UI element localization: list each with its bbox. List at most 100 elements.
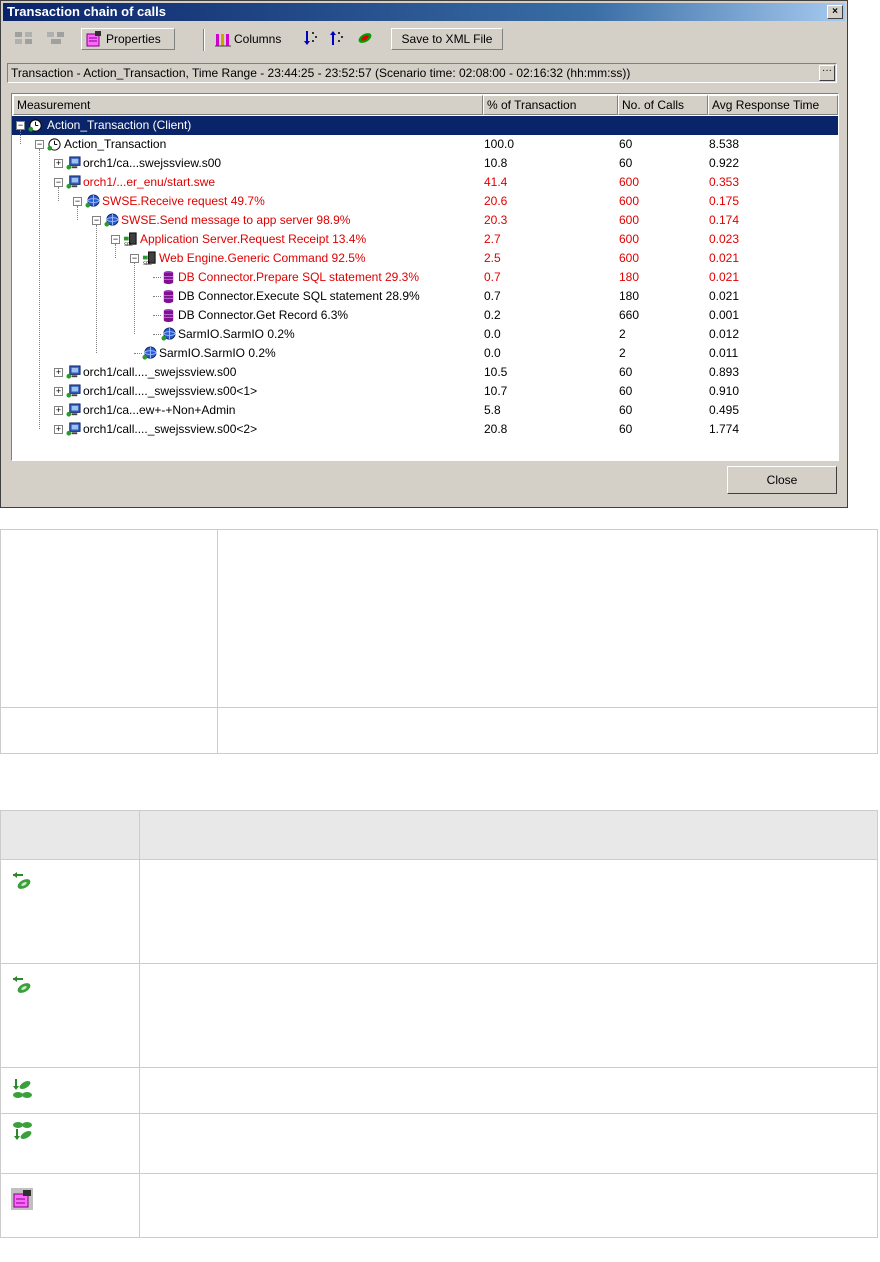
pct-of-transaction-cell: 100.0: [484, 137, 515, 151]
sort-up-button[interactable]: [325, 28, 349, 50]
sort-down-icon: [304, 31, 317, 45]
col-header-calls[interactable]: No. of Calls: [618, 95, 708, 115]
chain-of-calls-window: Transaction chain of calls × Properties: [0, 0, 848, 508]
tree-row[interactable]: + orch1/call...._swejssview.s00<2> 20.8 60 1…: [12, 420, 838, 439]
col-header-measurement[interactable]: Measurement: [13, 95, 483, 115]
table-cell: [139, 1173, 878, 1238]
pct-of-transaction-cell: 41.4: [484, 175, 508, 189]
title-bar[interactable]: Transaction chain of calls ×: [3, 3, 845, 21]
sort-up-icon: [330, 31, 343, 45]
tree-row[interactable]: SarmIO.SarmIO 0.2% 0.0 2 0.012: [12, 325, 838, 344]
expand-toggle-icon[interactable]: +: [54, 159, 63, 168]
tree-row[interactable]: − Action_Transaction (Client): [12, 116, 838, 135]
tree-row[interactable]: − Action_Transaction 100.0 60 8.538: [12, 135, 838, 154]
tree-row[interactable]: + orch1/ca...swejssview.s00 10.8 60 0.922: [12, 154, 838, 173]
pct-of-transaction-cell: 0.0: [484, 327, 501, 341]
collapse-tree-icon: [47, 32, 64, 44]
svg-text:SBL: SBL: [143, 261, 152, 266]
pct-of-transaction-cell: 0.7: [484, 289, 501, 303]
number-of-calls-cell: 600: [619, 194, 640, 208]
web-server-icon: [66, 384, 81, 398]
measurement-label: orch1/call...._swejssview.s00: [83, 365, 237, 379]
collapse-toggle-icon[interactable]: −: [92, 216, 101, 225]
avg-response-time-cell: 0.893: [709, 365, 740, 379]
table-cell: [139, 1067, 878, 1114]
collapse-toggle-icon[interactable]: −: [16, 121, 25, 130]
table-cell: [139, 1113, 878, 1174]
properties-button[interactable]: Properties: [81, 28, 175, 50]
clock-icon: [47, 138, 61, 151]
tree-connector: [153, 277, 161, 278]
avg-response-time-cell: 8.538: [709, 137, 740, 151]
tree-row[interactable]: − SBL Application Server.Request Receipt 1…: [12, 230, 838, 249]
transaction-info-bar: Transaction - Action_Transaction, Time R…: [7, 63, 837, 83]
pct-of-transaction-cell: 20.8: [484, 422, 508, 436]
table-cell: [217, 707, 878, 754]
tree-row[interactable]: − SWSE.Send message to app server 98.9% 20…: [12, 211, 838, 230]
window-close-icon[interactable]: ×: [827, 5, 843, 19]
tree-row[interactable]: + orch1/ca...ew+-+Non+Admin 5.8 60 0.495: [12, 401, 838, 420]
globe-icon: [85, 194, 100, 208]
avg-response-time-cell: 0.353: [709, 175, 740, 189]
number-of-calls-cell: 180: [619, 289, 640, 303]
collapse-toggle-icon[interactable]: −: [130, 254, 139, 263]
tree-connector: [20, 130, 21, 144]
measurement-label: orch1/ca...swejssview.s00: [83, 156, 222, 170]
globe-icon: [161, 327, 176, 341]
expand-toggle-icon[interactable]: +: [54, 387, 63, 396]
pct-of-transaction-cell: 0.0: [484, 346, 501, 360]
collapse-toggle-icon[interactable]: −: [35, 140, 44, 149]
avg-response-time-cell: 0.922: [709, 156, 740, 170]
expand-all-button[interactable]: [9, 28, 37, 50]
table-header-cell: [0, 810, 140, 860]
number-of-calls-cell: 60: [619, 156, 633, 170]
table-cell: [0, 529, 218, 708]
tree-row[interactable]: − SBL Web Engine.Generic Command 92.5% 2.5 6…: [12, 249, 838, 268]
save-to-xml-button[interactable]: Save to XML File: [391, 28, 503, 50]
avg-response-time-cell: 0.174: [709, 213, 740, 227]
clock-icon: [28, 119, 42, 132]
database-icon: [163, 308, 174, 323]
critical-path-icon: [358, 33, 372, 43]
col-header-avg[interactable]: Avg Response Time: [708, 95, 838, 115]
table-cell: [0, 707, 218, 754]
expand-toggle-icon[interactable]: +: [54, 406, 63, 415]
close-button[interactable]: Close: [727, 466, 837, 494]
sort-down-button[interactable]: [299, 28, 323, 50]
tree-row[interactable]: SarmIO.SarmIO 0.2% 0.0 2 0.011: [12, 344, 838, 363]
window-title: Transaction chain of calls: [7, 4, 166, 19]
columns-button[interactable]: Columns: [211, 28, 297, 50]
tree-row[interactable]: − SWSE.Receive request 49.7% 20.6 600 0.175: [12, 192, 838, 211]
collapse-toggle-icon[interactable]: −: [73, 197, 82, 206]
pct-of-transaction-cell: 5.8: [484, 403, 501, 417]
highlight-critical-button[interactable]: [351, 28, 377, 50]
tree-row[interactable]: + orch1/call...._swejssview.s00<1> 10.7 60 0…: [12, 382, 838, 401]
pct-of-transaction-cell: 20.3: [484, 213, 508, 227]
more-options-button[interactable]: ···: [819, 65, 835, 81]
tree-connector: [153, 334, 161, 335]
measurement-label: DB Connector.Prepare SQL statement 29.3%: [178, 270, 420, 284]
tree-row[interactable]: − orch1/...er_enu/start.swe 41.4 600 0.353: [12, 173, 838, 192]
pct-of-transaction-cell: 0.2: [484, 308, 501, 322]
measurement-label: orch1/call...._swejssview.s00<2>: [83, 422, 258, 436]
pct-of-transaction-cell: 10.8: [484, 156, 508, 170]
collapse-toggle-icon[interactable]: −: [111, 235, 120, 244]
web-server-icon: [66, 365, 81, 379]
avg-response-time-cell: 0.021: [709, 270, 740, 284]
avg-response-time-cell: 0.495: [709, 403, 740, 417]
tree-row[interactable]: DB Connector.Get Record 6.3% 0.2 660 0.001: [12, 306, 838, 325]
tree-row[interactable]: DB Connector.Prepare SQL statement 29.3%…: [12, 268, 838, 287]
tree-row[interactable]: + orch1/call...._swejssview.s00 10.5 60 0.89…: [12, 363, 838, 382]
sbl-server-icon: SBL: [142, 251, 156, 266]
tree-connector: [134, 263, 135, 334]
collapse-toggle-icon[interactable]: −: [54, 178, 63, 187]
columns-icon: [215, 34, 231, 47]
tree-row[interactable]: DB Connector.Execute SQL statement 28.9%…: [12, 287, 838, 306]
expand-toggle-icon[interactable]: +: [54, 425, 63, 434]
table-header-cell: [139, 810, 878, 860]
collapse-all-button[interactable]: [41, 28, 69, 50]
col-header-pct[interactable]: % of Transaction: [483, 95, 618, 115]
tree-connector: [77, 206, 78, 220]
avg-response-time-cell: 0.023: [709, 232, 740, 246]
expand-toggle-icon[interactable]: +: [54, 368, 63, 377]
